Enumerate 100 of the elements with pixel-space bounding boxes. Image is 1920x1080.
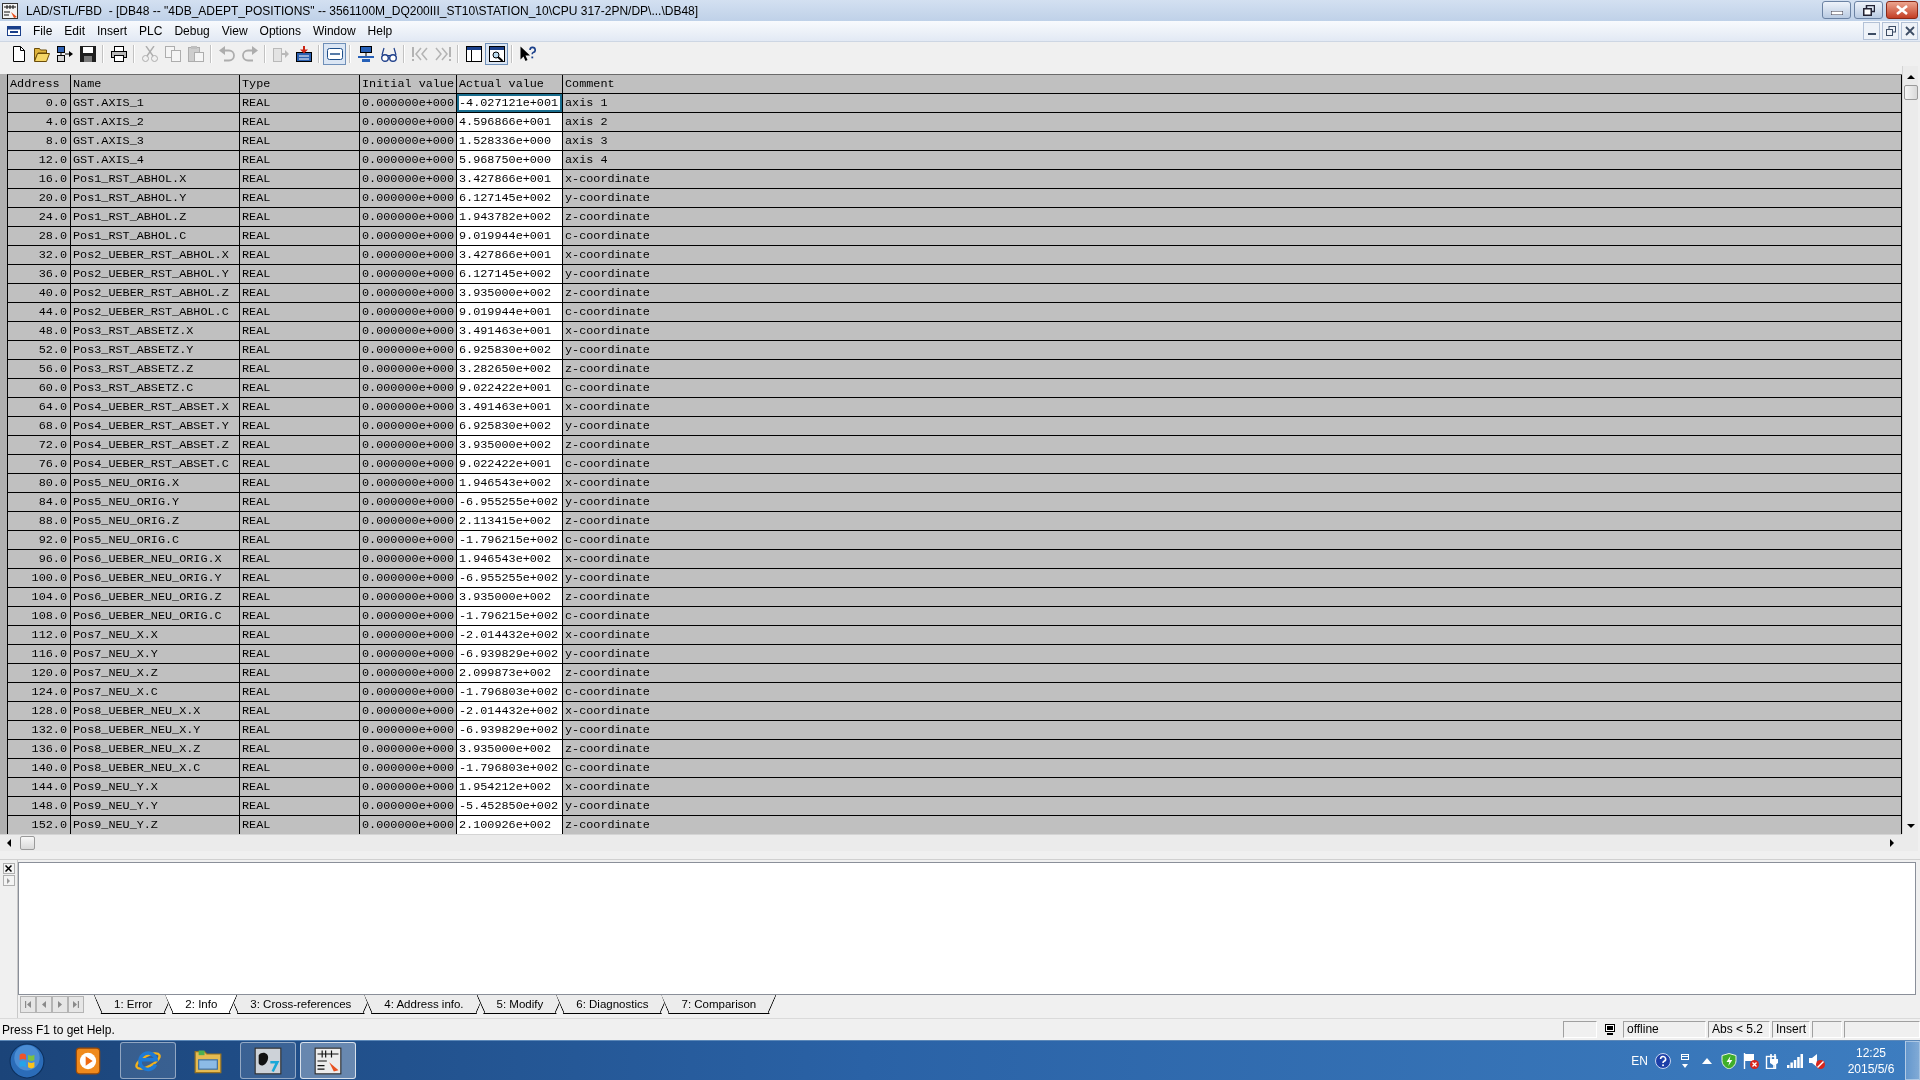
output-tab[interactable]: 7: Comparison xyxy=(661,995,777,1014)
menu-item[interactable]: Debug xyxy=(168,21,216,41)
scrollbar-thumb[interactable] xyxy=(20,836,35,850)
column-header: Name xyxy=(71,75,240,94)
table-cell[interactable]: 2.099873e+002 xyxy=(457,664,563,683)
table-cell[interactable]: 1.946543e+002 xyxy=(457,550,563,569)
table-cell[interactable]: 1.943782e+002 xyxy=(457,208,563,227)
table-cell: 0.000000e+000 xyxy=(360,151,457,170)
minimize-button[interactable] xyxy=(1822,1,1851,19)
table-cell[interactable]: 1.528336e+000 xyxy=(457,132,563,151)
table-cell: z-coordinate xyxy=(563,588,1902,607)
table-cell[interactable]: 5.968750e+000 xyxy=(457,151,563,170)
caret-left-icon[interactable] xyxy=(7,839,11,847)
table-cell[interactable]: 9.022422e+001 xyxy=(457,455,563,474)
table-cell: REAL xyxy=(240,132,360,151)
menu-item[interactable]: Edit xyxy=(58,21,92,41)
table-cell[interactable]: 9.022422e+001 xyxy=(457,379,563,398)
close-button[interactable] xyxy=(2,863,15,874)
frame-button[interactable] xyxy=(323,43,346,65)
table-cell: 0.000000e+000 xyxy=(360,265,457,284)
table-cell: 116.0 xyxy=(8,645,71,664)
table-cell: 40.0 xyxy=(8,284,71,303)
first-tab-button[interactable] xyxy=(20,996,36,1013)
table-cell[interactable]: 9.019944e+001 xyxy=(457,303,563,322)
table-cell[interactable]: 3.935000e+002 xyxy=(457,740,563,759)
restore-button[interactable] xyxy=(1882,22,1899,40)
flag-icon[interactable] xyxy=(1743,1052,1759,1069)
table-cell[interactable]: 1.954212e+002 xyxy=(457,778,563,797)
taskbar-button[interactable] xyxy=(240,1042,296,1079)
table-cell[interactable]: 3.491463e+001 xyxy=(457,398,563,417)
table-cell[interactable]: 3.427866e+001 xyxy=(457,170,563,189)
caret-up-icon[interactable] xyxy=(1906,75,1915,79)
menu-item[interactable]: Window xyxy=(306,21,362,41)
table-cell[interactable]: -1.796215e+002 xyxy=(457,531,563,550)
table-cell[interactable]: 6.127145e+002 xyxy=(457,189,563,208)
clock[interactable]: 12:25 2015/5/6 xyxy=(1840,1044,1902,1077)
menu-item[interactable]: File xyxy=(27,21,59,41)
menu-item[interactable]: Options xyxy=(253,21,307,41)
table-cell: REAL xyxy=(240,455,360,474)
menu-item[interactable]: PLC xyxy=(133,21,169,41)
table-cell: 0.000000e+000 xyxy=(360,797,457,816)
minimize-button[interactable] xyxy=(1863,22,1880,40)
table-cell[interactable]: 3.935000e+002 xyxy=(457,284,563,303)
last-tab-button[interactable] xyxy=(68,996,84,1013)
table-cell: 0.000000e+000 xyxy=(360,702,457,721)
table-cell[interactable]: 3.935000e+002 xyxy=(457,588,563,607)
taskbar-button[interactable] xyxy=(300,1042,356,1079)
table-cell[interactable]: -1.796803e+002 xyxy=(457,759,563,778)
window-icon[interactable] xyxy=(1680,1053,1690,1068)
shield-icon[interactable] xyxy=(1721,1052,1737,1069)
help-icon[interactable] xyxy=(1655,1052,1671,1069)
table-cell[interactable]: -5.452850e+002 xyxy=(457,797,563,816)
table-cell[interactable]: -1.796215e+002 xyxy=(457,607,563,626)
table-cell: x-coordinate xyxy=(563,398,1902,417)
table-cell[interactable]: 3.491463e+001 xyxy=(457,322,563,341)
table-cell[interactable]: -2.014432e+002 xyxy=(457,702,563,721)
scrollbar-thumb[interactable] xyxy=(1903,85,1918,100)
caret-right-icon[interactable] xyxy=(1890,839,1894,847)
table-cell[interactable]: 6.127145e+002 xyxy=(457,265,563,284)
close-button[interactable] xyxy=(1901,22,1918,40)
table-cell[interactable]: 6.925830e+002 xyxy=(457,417,563,436)
table-cell[interactable]: -6.939829e+002 xyxy=(457,721,563,740)
table-cell[interactable]: -6.955255e+002 xyxy=(457,493,563,512)
table-cell: 0.000000e+000 xyxy=(360,303,457,322)
menu-item[interactable]: Insert xyxy=(91,21,134,41)
table-cell: 0.000000e+000 xyxy=(360,436,457,455)
table-cell[interactable]: 3.282650e+002 xyxy=(457,360,563,379)
plug-icon[interactable] xyxy=(1765,1052,1781,1069)
signal-icon[interactable] xyxy=(1787,1052,1803,1069)
output-tab[interactable]: 2: Info xyxy=(165,995,238,1014)
table-cell[interactable]: -4.027121e+001 xyxy=(457,94,563,113)
table-cell[interactable]: 9.019944e+001 xyxy=(457,227,563,246)
menu-item[interactable]: Help xyxy=(361,21,399,41)
status-pane xyxy=(1563,1021,1597,1038)
monitor-icon xyxy=(1605,1024,1615,1035)
speaker-muted-icon[interactable] xyxy=(1809,1052,1825,1069)
window-magnifier-button[interactable] xyxy=(485,43,508,65)
table-cell[interactable]: 3.427866e+001 xyxy=(457,246,563,265)
table-cell[interactable]: -1.796803e+002 xyxy=(457,683,563,702)
context-help-icon xyxy=(519,46,536,62)
table-cell: 120.0 xyxy=(8,664,71,683)
table-cell: Pos6_UEBER_NEU_ORIG.C xyxy=(71,607,240,626)
table-cell[interactable]: 4.596866e+001 xyxy=(457,113,563,132)
menu-item[interactable]: View xyxy=(215,21,254,41)
clock-time: 12:25 xyxy=(1856,1044,1886,1061)
caret-down-icon[interactable] xyxy=(1906,824,1915,828)
table-cell: x-coordinate xyxy=(563,778,1902,797)
table-cell[interactable]: -2.014432e+002 xyxy=(457,626,563,645)
next-tab-button[interactable] xyxy=(52,996,68,1013)
table-cell[interactable]: 6.925830e+002 xyxy=(457,341,563,360)
table-cell[interactable]: 1.946543e+002 xyxy=(457,474,563,493)
table-cell[interactable]: -6.955255e+002 xyxy=(457,569,563,588)
close-button[interactable] xyxy=(1886,1,1918,19)
table-cell[interactable]: 2.113415e+002 xyxy=(457,512,563,531)
language-indicator[interactable]: EN xyxy=(1631,1053,1648,1068)
table-cell[interactable]: 3.935000e+002 xyxy=(457,436,563,455)
restore-button[interactable] xyxy=(1854,1,1883,19)
table-cell[interactable]: -6.939829e+002 xyxy=(457,645,563,664)
table-cell: Pos6_UEBER_NEU_ORIG.X xyxy=(71,550,240,569)
previous-tab-button[interactable] xyxy=(36,996,52,1013)
